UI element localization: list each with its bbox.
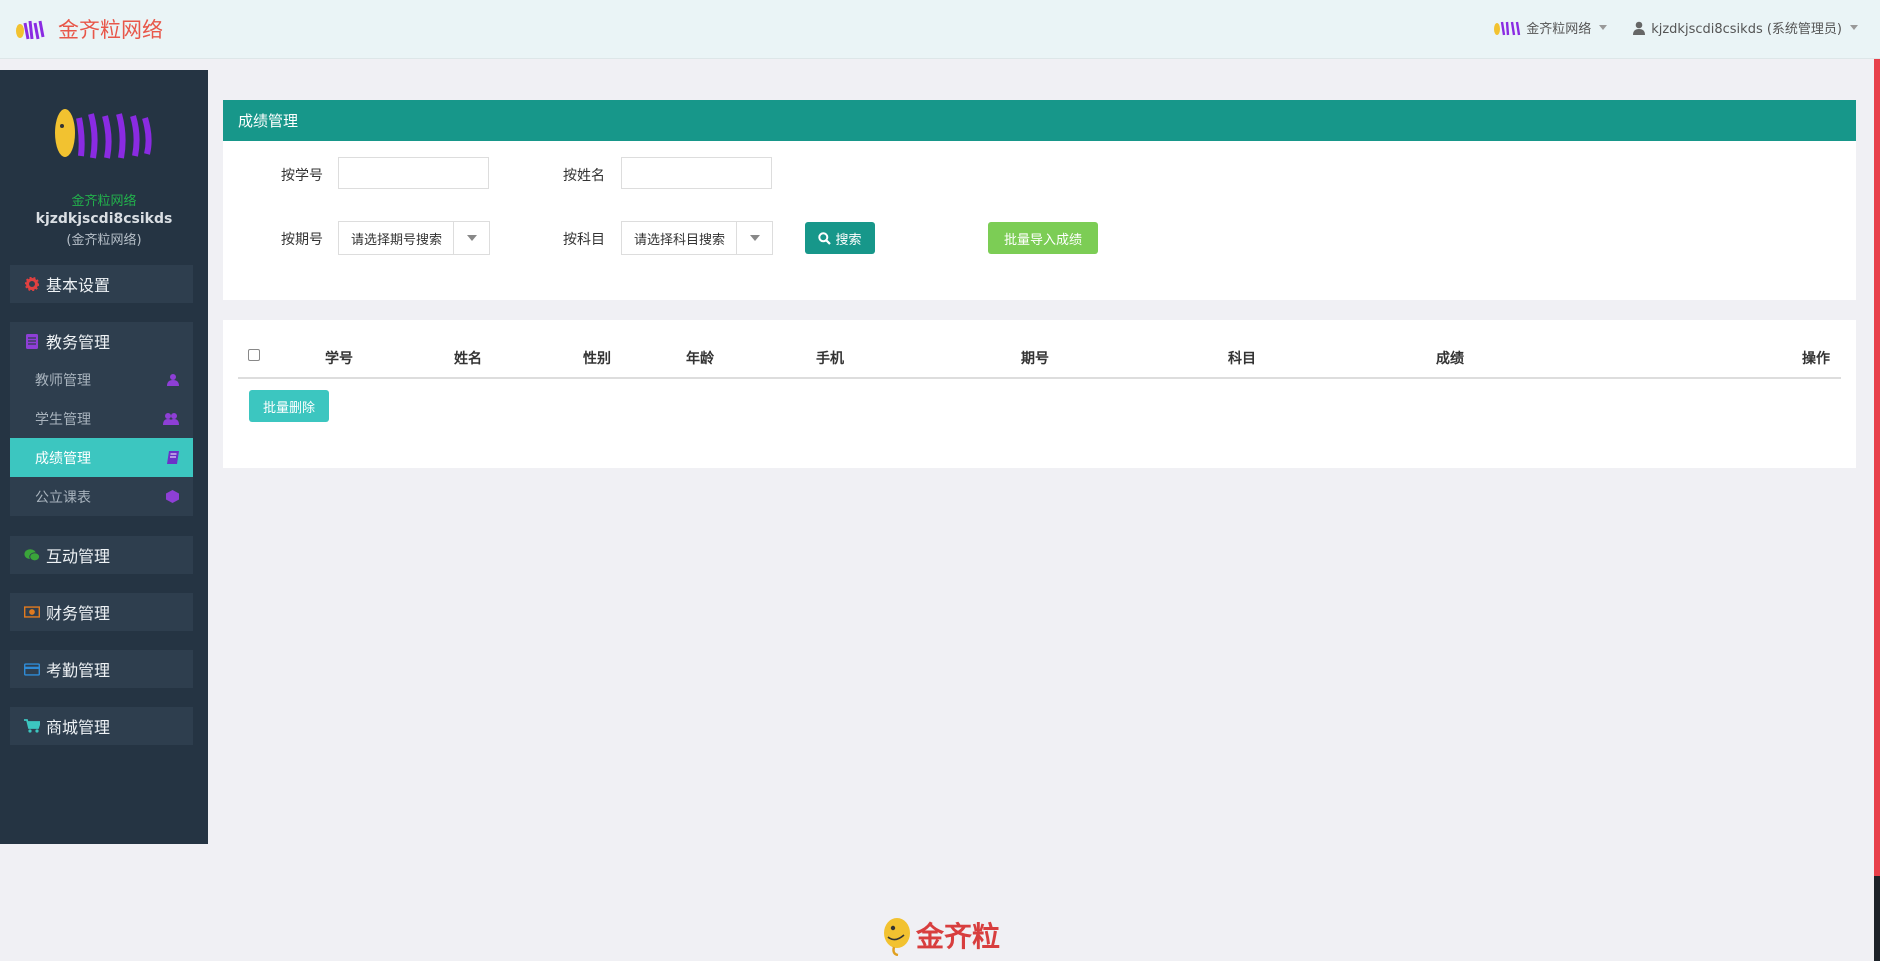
term-select[interactable]: 请选择期号搜索	[338, 221, 490, 255]
money-icon	[24, 604, 40, 620]
menu-label: 互动管理	[46, 547, 111, 566]
menu-label: 考勤管理	[46, 661, 111, 680]
term-label: 按期号	[281, 232, 323, 248]
wechat-icon	[24, 547, 40, 563]
sub-label: 公立课表	[35, 489, 91, 506]
sidebar-item-grade-management[interactable]: 成绩管理	[10, 438, 193, 477]
menu-academic[interactable]: 教务管理	[10, 322, 193, 360]
batch-import-button[interactable]: 批量导入成绩	[988, 222, 1098, 254]
sidebar-username: kjzdkjscdi8csikds	[35, 211, 173, 227]
menu-group-academic: 教务管理 教师管理 学生管理 成绩管理 公立课表	[10, 322, 193, 516]
menu-label: 教务管理	[46, 333, 111, 352]
search-icon	[818, 231, 832, 245]
scrollbar-thumb[interactable]	[1874, 876, 1880, 961]
menu-label: 基本设置	[46, 276, 111, 295]
org-dropdown[interactable]: 金齐粒网络	[1492, 18, 1608, 37]
menu-basic-settings[interactable]: 基本设置	[10, 265, 193, 303]
menu-group-finance: 财务管理	[10, 593, 193, 631]
column-header[interactable]: 性别	[583, 348, 611, 368]
student-no-label: 按学号	[281, 168, 323, 184]
cart-icon	[24, 718, 40, 734]
sub-label: 学生管理	[35, 411, 91, 428]
gear-icon	[24, 276, 40, 292]
term-select-value: 请选择期号搜索	[351, 232, 443, 248]
column-header[interactable]: 期号	[1021, 348, 1049, 368]
sidebar-org: (金齐粒网络)	[66, 233, 142, 248]
users-icon	[163, 413, 179, 425]
brand-logo-icon	[16, 20, 45, 40]
panel-title: 成绩管理	[223, 100, 1856, 141]
brand-title: 金齐粒网络	[58, 18, 163, 42]
table-header-divider	[238, 377, 1841, 379]
column-header[interactable]: 年龄	[686, 348, 714, 368]
batch-import-label: 批量导入成绩	[1003, 232, 1082, 248]
org-label: 金齐粒网络	[1526, 22, 1592, 37]
sub-label: 教师管理	[35, 372, 91, 389]
menu-finance[interactable]: 财务管理	[10, 593, 193, 631]
grade-table-panel: 学号 姓名 性别 年龄 手机 期号 科目 成绩 操作 批量删除	[223, 320, 1856, 468]
menu-group-basic-settings: 基本设置	[10, 265, 193, 303]
user-icon	[1633, 21, 1646, 35]
footer-mascot-icon	[884, 918, 910, 956]
subject-select[interactable]: 请选择科目搜索	[621, 221, 773, 255]
top-navbar: 金齐粒网络 金齐粒网络 kjzdkjscdi8csikds (系统管理员)	[0, 0, 1880, 59]
sidebar-item-public-schedule[interactable]: 公立课表	[10, 477, 193, 516]
subject-select-value: 请选择科目搜索	[634, 232, 726, 248]
column-header[interactable]: 成绩	[1436, 348, 1464, 368]
batch-delete-button[interactable]: 批量删除	[249, 390, 329, 422]
search-button[interactable]: 搜索	[805, 222, 875, 254]
sidebar-profile: 金齐粒网络 kjzdkjscdi8csikds (金齐粒网络)	[0, 70, 208, 248]
user-label: kjzdkjscdi8csikds (系统管理员)	[1651, 22, 1842, 37]
sidebar-item-student-management[interactable]: 学生管理	[10, 399, 193, 438]
card-icon	[24, 661, 40, 677]
chevron-down-icon	[736, 222, 772, 254]
name-label: 按姓名	[563, 168, 605, 184]
name-input[interactable]	[621, 157, 772, 189]
user-dropdown[interactable]: kjzdkjscdi8csikds (系统管理员)	[1633, 18, 1858, 37]
brand[interactable]: 金齐粒网络	[14, 14, 163, 44]
menu-group-attendance: 考勤管理	[10, 650, 193, 688]
profile-logo-icon	[55, 109, 152, 159]
menu-interaction[interactable]: 互动管理	[10, 536, 193, 574]
column-header[interactable]: 姓名	[454, 348, 482, 368]
footer-logo-text: 金齐粒	[916, 920, 1001, 953]
menu-mall[interactable]: 商城管理	[10, 707, 193, 745]
sidebar-brand: 金齐粒网络	[71, 194, 137, 209]
menu-group-mall: 商城管理	[10, 707, 193, 745]
column-header[interactable]: 操作	[1802, 348, 1830, 368]
footer-logo: 金齐粒	[880, 914, 1000, 956]
search-button-label: 搜索	[835, 232, 862, 248]
chevron-down-icon	[453, 222, 489, 254]
chevron-down-icon	[1599, 25, 1608, 30]
select-all-checkbox[interactable]	[248, 349, 260, 361]
column-header[interactable]: 科目	[1228, 348, 1256, 368]
subject-label: 按科目	[563, 232, 605, 248]
menu-label: 财务管理	[46, 604, 111, 623]
page-scrollbar[interactable]	[1874, 59, 1880, 961]
org-logo-icon	[1494, 21, 1521, 35]
column-header[interactable]: 学号	[325, 348, 353, 368]
menu-label: 商城管理	[46, 718, 111, 737]
book-icon	[167, 451, 179, 464]
cube-icon	[166, 490, 179, 503]
book-stack-icon	[24, 333, 40, 349]
chevron-down-icon	[1850, 25, 1858, 30]
sub-label: 成绩管理	[35, 450, 91, 467]
student-no-input[interactable]	[338, 157, 489, 189]
user-icon	[167, 374, 179, 386]
column-header[interactable]: 手机	[816, 348, 844, 368]
batch-delete-label: 批量删除	[262, 400, 315, 416]
sidebar-item-teacher-management[interactable]: 教师管理	[10, 360, 193, 399]
menu-group-interaction: 互动管理	[10, 536, 193, 574]
menu-attendance[interactable]: 考勤管理	[10, 650, 193, 688]
search-panel: 成绩管理 按学号 按姓名 按期号 请选择期号搜索 按科目 请选择科目搜索 搜索 …	[223, 100, 1856, 300]
